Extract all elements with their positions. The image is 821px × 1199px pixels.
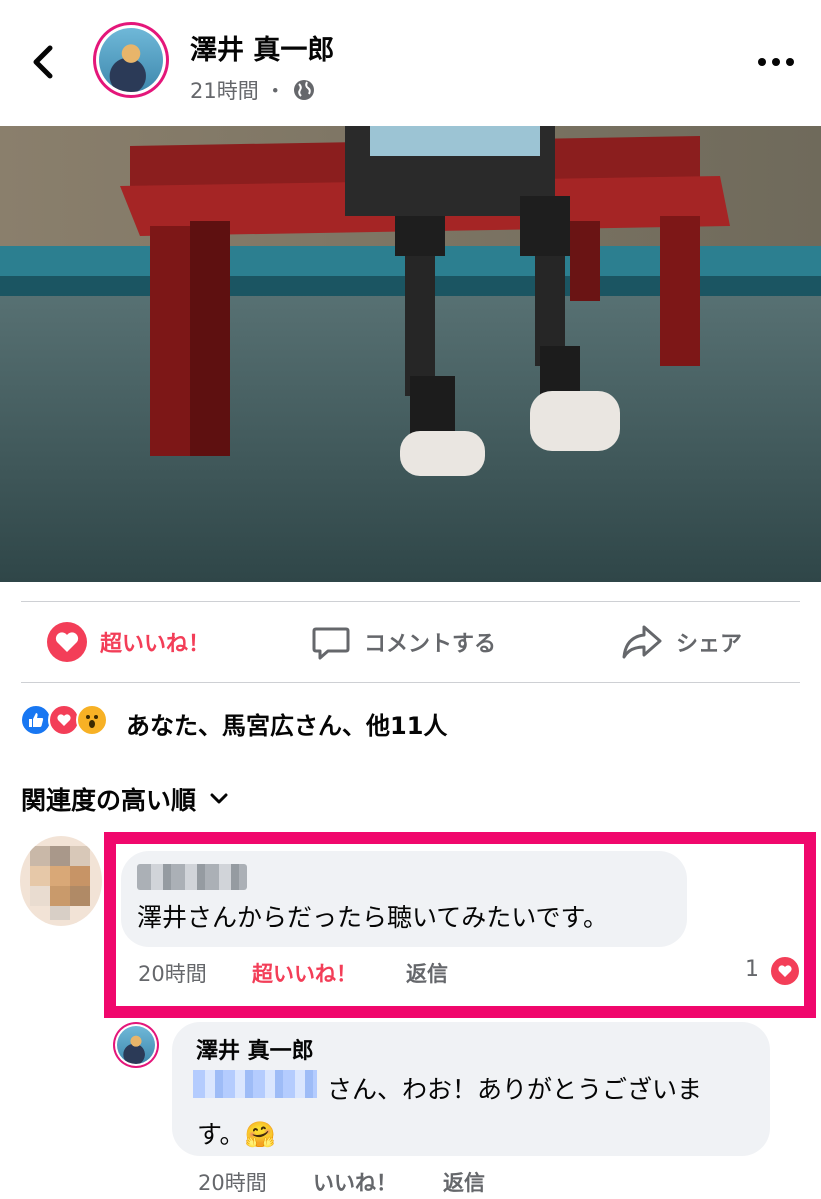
reply-author-avatar[interactable] [113,1022,159,1068]
divider-bottom [21,682,800,683]
globe-icon [293,80,314,100]
comment-bubble-icon [312,627,350,660]
reply-reply-button[interactable]: 返信 [443,1167,485,1197]
sort-label: 関連度の高い順 [21,786,197,815]
mention-blurred[interactable] [193,1070,317,1098]
commenter-avatar[interactable] [20,836,102,926]
share-action-label: シェア [676,632,743,657]
chevron-down-icon [210,793,228,804]
post-photo[interactable] [0,126,821,582]
post-time: 21時間 [190,79,259,103]
chevron-left-icon [33,45,53,79]
meta-separator: ・ [264,79,286,103]
post-meta: 21時間 ・ [190,75,316,105]
highlight-box [104,832,816,1018]
reply-like-button[interactable]: いいね！ [313,1167,397,1197]
wow-reaction-icon [76,704,108,736]
more-options-button[interactable] [756,48,796,76]
reaction-summary[interactable]: あなた、馬宮広さん、他11人 [126,706,447,741]
comment-action-button[interactable]: コメントする [310,618,496,666]
share-arrow-icon [622,625,662,659]
reaction-icons[interactable] [20,704,108,736]
comment-action-label: コメントする [364,632,497,657]
more-dots-icon [758,58,794,66]
reply-text-line1: さん、わお！ありがとうございま [327,1075,703,1104]
share-action-button[interactable]: シェア [620,618,742,666]
reply-text-line2: す。🤗 [197,1120,276,1149]
author-avatar[interactable] [93,22,169,98]
heart-reaction-icon [47,622,87,662]
divider-top [21,601,800,602]
love-action-label: 超いいね！ [100,632,211,657]
reply-time: 20時間 [198,1171,267,1195]
love-action-button[interactable]: 超いいね！ [46,618,210,666]
author-name[interactable]: 澤井 真一郎 [190,28,334,67]
back-button[interactable] [24,40,64,84]
comment-sort-dropdown[interactable]: 関連度の高い順 [21,781,228,817]
reply-author-name[interactable]: 澤井 真一郎 [196,1033,314,1065]
